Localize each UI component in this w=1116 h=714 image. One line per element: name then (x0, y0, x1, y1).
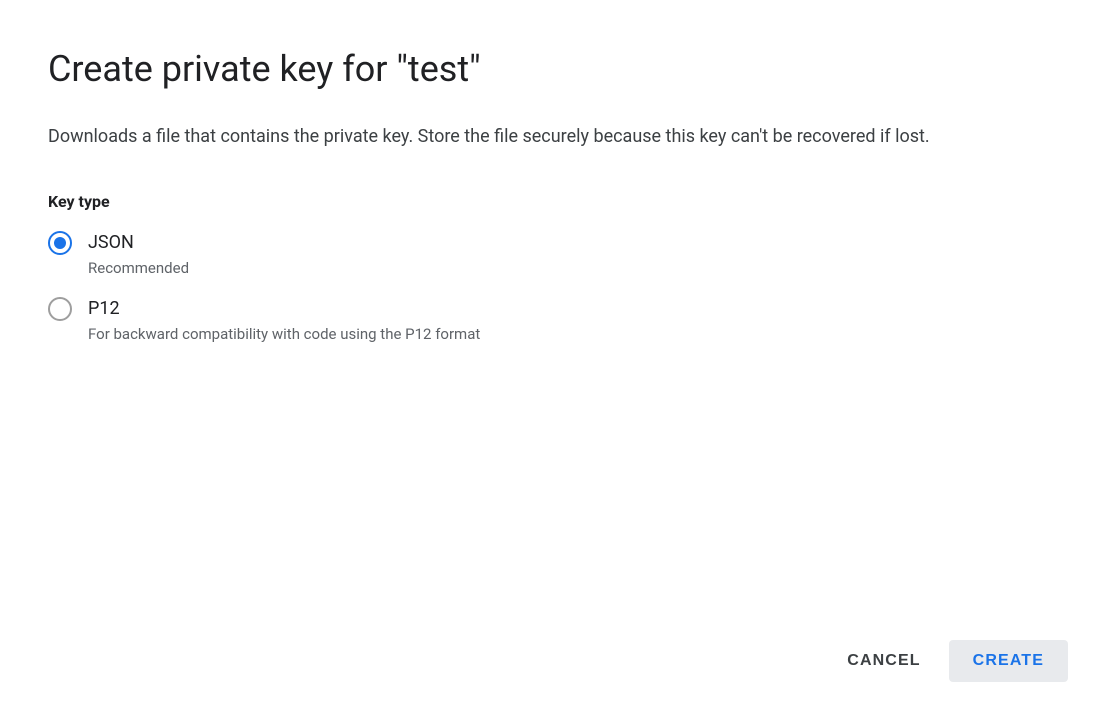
radio-group: JSON Recommended P12 For backward compat… (48, 231, 1068, 363)
radio-hint-json: Recommended (88, 259, 1068, 277)
dialog-title: Create private key for "test" (48, 48, 1068, 91)
radio-label-json: JSON (88, 232, 134, 253)
radio-button-p12[interactable] (48, 297, 72, 321)
create-private-key-dialog: Create private key for "test" Downloads … (0, 0, 1116, 714)
radio-row-p12[interactable]: P12 (48, 297, 1068, 321)
radio-button-json[interactable] (48, 231, 72, 255)
dialog-actions: CANCEL CREATE (48, 620, 1068, 682)
radio-option-p12: P12 For backward compatibility with code… (48, 297, 1068, 343)
dialog-description: Downloads a file that contains the priva… (48, 123, 1028, 152)
radio-option-json: JSON Recommended (48, 231, 1068, 277)
radio-row-json[interactable]: JSON (48, 231, 1068, 255)
create-button[interactable]: CREATE (949, 640, 1068, 682)
key-type-label: Key type (48, 192, 1068, 211)
radio-hint-p12: For backward compatibility with code usi… (88, 325, 1068, 343)
radio-label-p12: P12 (88, 298, 120, 319)
cancel-button[interactable]: CANCEL (827, 640, 940, 682)
